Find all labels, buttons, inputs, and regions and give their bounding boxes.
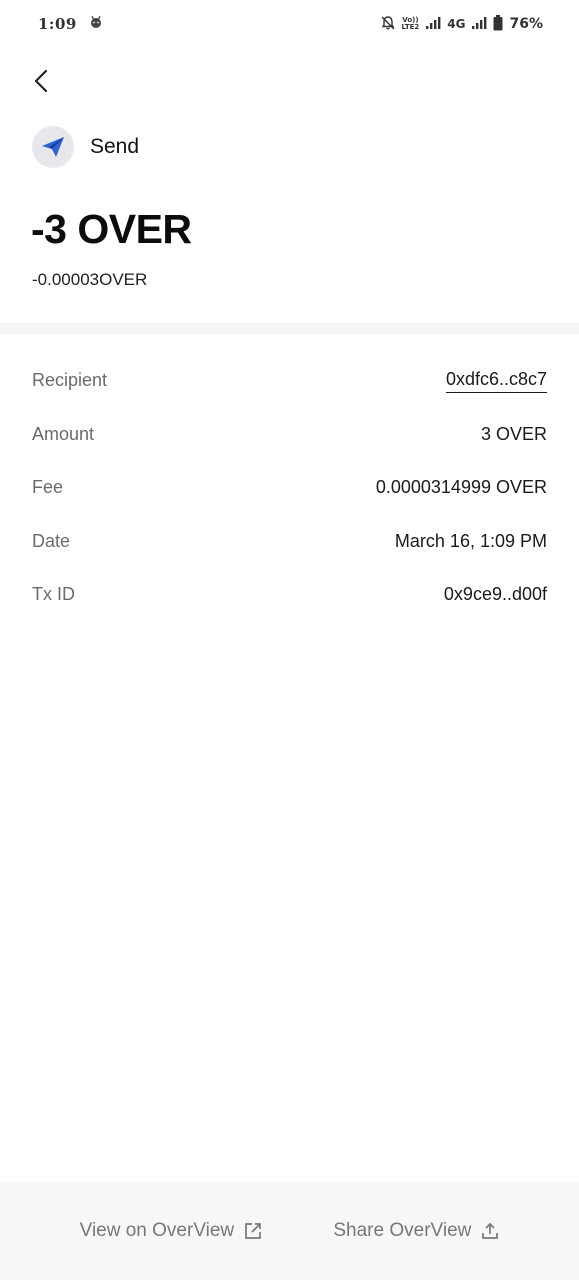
paper-plane-icon (32, 126, 74, 168)
volte-indicator: Vo)) LTE2 (402, 17, 420, 31)
signal-icon (425, 16, 441, 33)
share-overview-button[interactable]: Share OverView (333, 1220, 499, 1242)
battery-percent: 76% (509, 16, 543, 32)
battery-icon (493, 14, 503, 34)
view-on-overview-label: View on OverView (79, 1220, 235, 1241)
detail-row-date: Date March 16, 1:09 PM (32, 515, 547, 569)
share-overview-label: Share OverView (333, 1220, 472, 1241)
chevron-left-icon (34, 69, 48, 93)
network-type: 4G (447, 17, 466, 31)
back-button[interactable] (26, 66, 56, 96)
recipient-address-link[interactable]: 0xdfc6..c8c7 (445, 369, 547, 393)
status-bar: 1:09 Vo)) LTE2 4G 76% (0, 0, 579, 48)
detail-value: March 16, 1:09 PM (394, 530, 547, 551)
mute-bell-icon (380, 15, 396, 34)
transaction-fee-amount: -0.00003OVER (32, 270, 148, 289)
status-right: Vo)) LTE2 4G 76% (380, 14, 543, 34)
detail-value: 0.0000314999 OVER (375, 477, 547, 498)
detail-value: 3 OVER (480, 423, 547, 444)
detail-label: Fee (32, 477, 64, 498)
detail-row-recipient: Recipient 0xdfc6..c8c7 (32, 354, 547, 408)
signal-icon-2 (471, 16, 487, 33)
status-left: 1:09 (38, 15, 103, 33)
android-notification-icon (89, 15, 103, 33)
status-time: 1:09 (38, 15, 77, 33)
section-divider (0, 323, 579, 334)
detail-label: Recipient (32, 370, 108, 391)
detail-row-txid: Tx ID 0x9ce9..d00f (32, 568, 547, 622)
external-link-icon (245, 1223, 262, 1239)
footer-actions: View on OverView Share OverView (0, 1182, 579, 1280)
tx-id-value[interactable]: 0x9ce9..d00f (444, 584, 547, 605)
detail-label: Tx ID (32, 584, 75, 605)
transaction-type-label: Send (90, 135, 140, 158)
detail-label: Date (32, 530, 71, 551)
view-on-overview-button[interactable]: View on OverView (80, 1220, 263, 1242)
detail-row-amount: Amount 3 OVER (32, 408, 547, 462)
detail-label: Amount (32, 423, 95, 444)
volte-bottom: LTE2 (401, 23, 420, 31)
transaction-details: Recipient 0xdfc6..c8c7 Amount 3 OVER Fee… (32, 354, 547, 622)
transaction-amount: -3 OVER (31, 206, 192, 252)
share-upload-icon (482, 1222, 499, 1239)
detail-row-fee: Fee 0.0000314999 OVER (32, 461, 547, 515)
transaction-type: Send (32, 126, 139, 168)
